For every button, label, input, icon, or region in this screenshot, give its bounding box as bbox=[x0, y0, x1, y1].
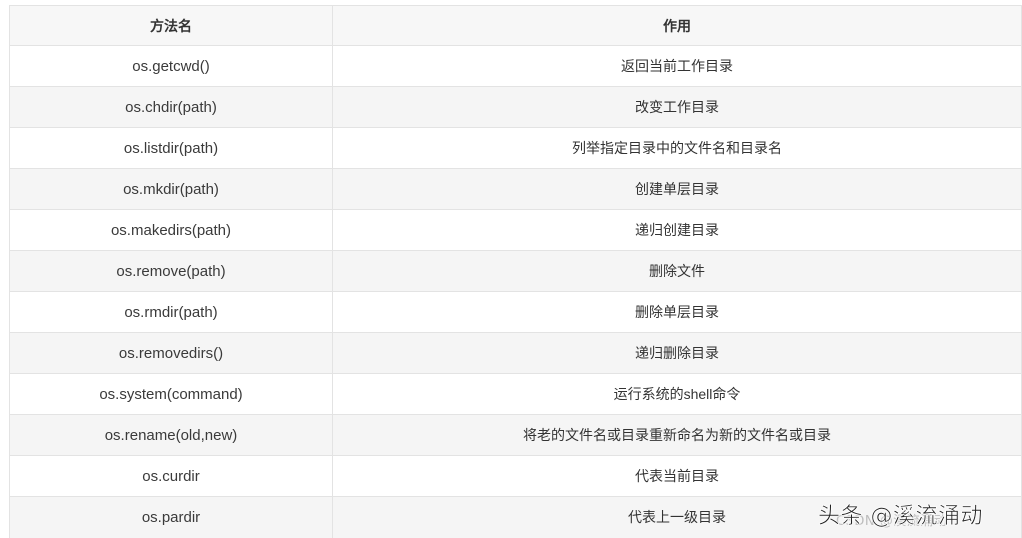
table-row: os.listdir(path) 列举指定目录中的文件名和目录名 bbox=[9, 127, 1022, 169]
purpose-cell: 递归创建目录 bbox=[332, 209, 1022, 251]
table-row: os.chdir(path) 改变工作目录 bbox=[9, 86, 1022, 128]
purpose-cell: 运行系统的shell命令 bbox=[332, 373, 1022, 415]
table-row: os.makedirs(path) 递归创建目录 bbox=[9, 209, 1022, 251]
method-cell: os.pardir bbox=[9, 496, 333, 538]
purpose-cell: 改变工作目录 bbox=[332, 86, 1022, 128]
table-row: os.curdir 代表当前目录 bbox=[9, 455, 1022, 497]
purpose-cell: 代表当前目录 bbox=[332, 455, 1022, 497]
table-row: os.pardir 代表上一级目录 bbox=[9, 496, 1022, 538]
table-row: os.getcwd() 返回当前工作目录 bbox=[9, 45, 1022, 87]
table-header-row: 方法名 作用 bbox=[9, 5, 1022, 46]
method-cell: os.mkdir(path) bbox=[9, 168, 333, 210]
purpose-cell: 创建单层目录 bbox=[332, 168, 1022, 210]
purpose-cell: 删除文件 bbox=[332, 250, 1022, 292]
table-row: os.system(command) 运行系统的shell命令 bbox=[9, 373, 1022, 415]
header-method-name: 方法名 bbox=[9, 5, 333, 46]
header-purpose: 作用 bbox=[332, 5, 1022, 46]
table-row: os.mkdir(path) 创建单层目录 bbox=[9, 168, 1022, 210]
method-cell: os.listdir(path) bbox=[9, 127, 333, 169]
table-row: os.remove(path) 删除文件 bbox=[9, 250, 1022, 292]
purpose-cell: 删除单层目录 bbox=[332, 291, 1022, 333]
method-cell: os.chdir(path) bbox=[9, 86, 333, 128]
os-methods-table: 方法名 作用 os.getcwd() 返回当前工作目录 os.chdir(pat… bbox=[9, 5, 1022, 538]
table-row: os.rename(old,new) 将老的文件名或目录重新命名为新的文件名或目… bbox=[9, 414, 1022, 456]
purpose-cell: 返回当前工作目录 bbox=[332, 45, 1022, 87]
method-cell: os.remove(path) bbox=[9, 250, 333, 292]
purpose-cell: 列举指定目录中的文件名和目录名 bbox=[332, 127, 1022, 169]
method-cell: os.rmdir(path) bbox=[9, 291, 333, 333]
method-cell: os.system(command) bbox=[9, 373, 333, 415]
table-row: os.rmdir(path) 删除单层目录 bbox=[9, 291, 1022, 333]
method-cell: os.curdir bbox=[9, 455, 333, 497]
method-cell: os.rename(old,new) bbox=[9, 414, 333, 456]
methods-table-container: 方法名 作用 os.getcwd() 返回当前工作目录 os.chdir(pat… bbox=[9, 5, 1022, 538]
table-row: os.removedirs() 递归删除目录 bbox=[9, 332, 1022, 374]
purpose-cell: 递归删除目录 bbox=[332, 332, 1022, 374]
method-cell: os.makedirs(path) bbox=[9, 209, 333, 251]
method-cell: os.getcwd() bbox=[9, 45, 333, 87]
purpose-cell: 代表上一级目录 bbox=[332, 496, 1022, 538]
method-cell: os.removedirs() bbox=[9, 332, 333, 374]
purpose-cell: 将老的文件名或目录重新命名为新的文件名或目录 bbox=[332, 414, 1022, 456]
